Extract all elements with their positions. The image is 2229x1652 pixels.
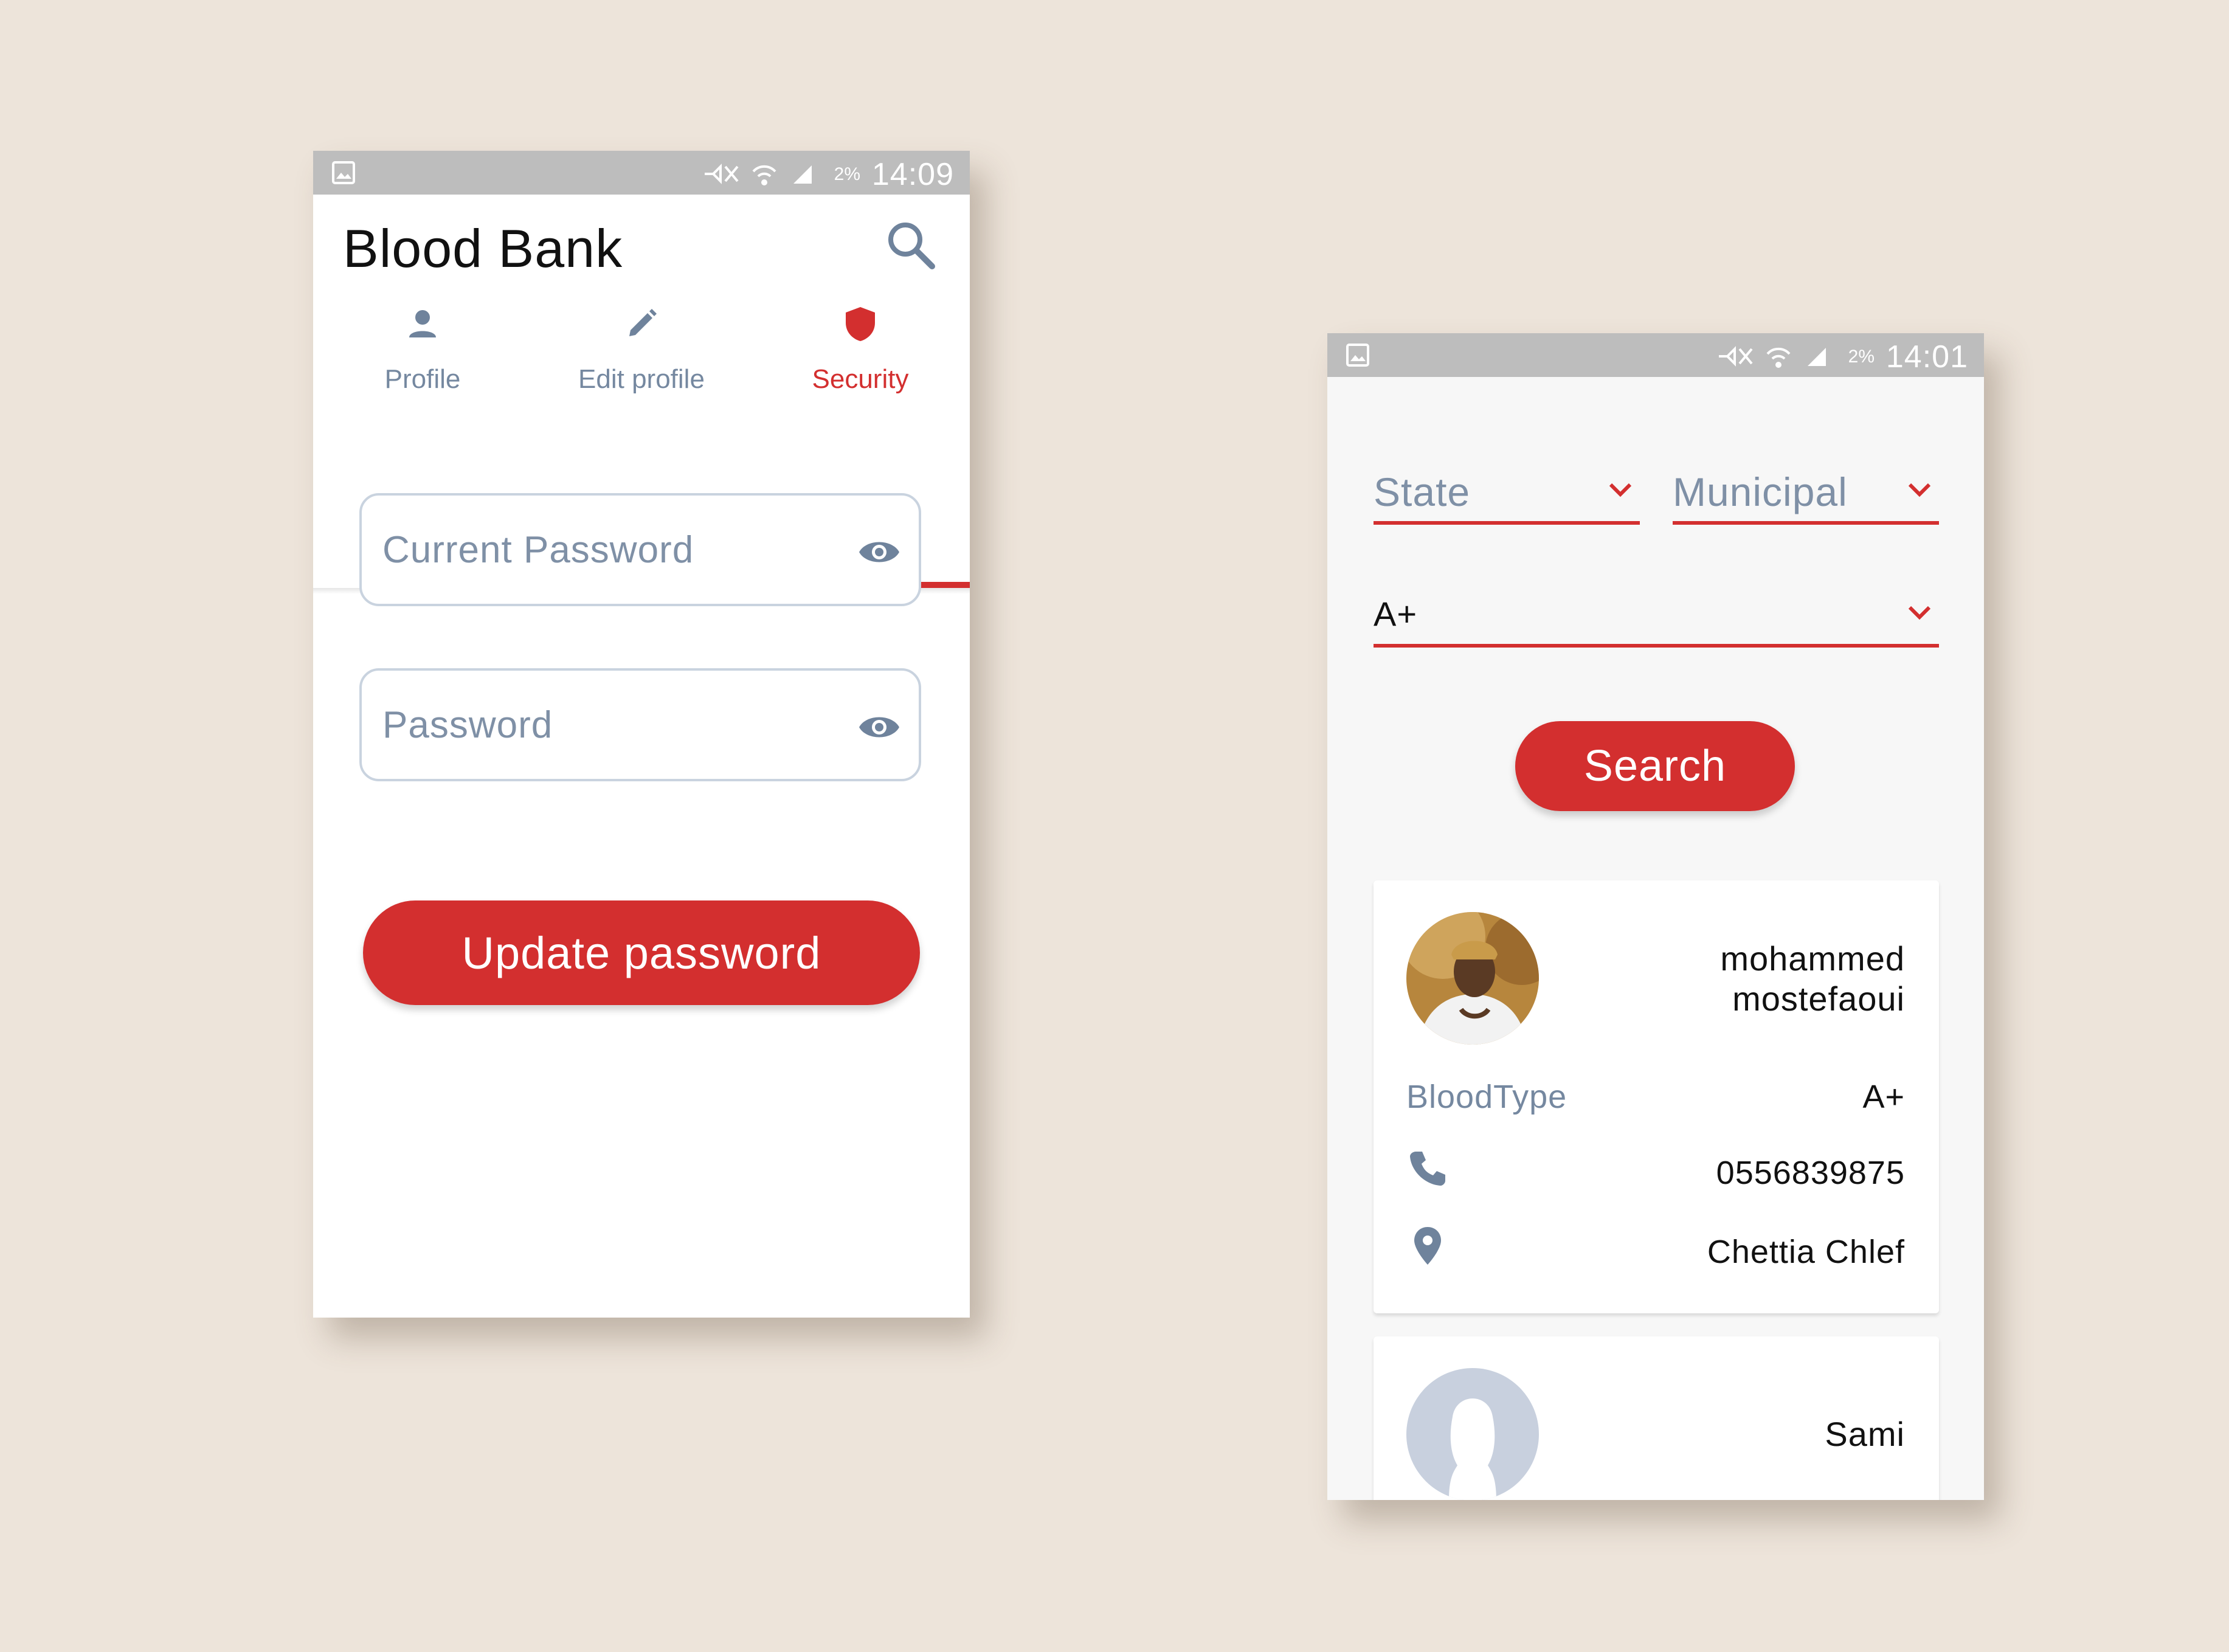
blood-type-label: BloodType	[1406, 1079, 1567, 1115]
chevron-down-icon	[1908, 606, 1931, 620]
gallery-icon	[1346, 344, 1369, 367]
current-password-field[interactable]: Current Password	[359, 493, 921, 606]
state-dropdown[interactable]: State	[1374, 458, 1640, 525]
chevron-down-icon	[1609, 483, 1632, 497]
donor-card[interactable]: Sami	[1374, 1336, 1939, 1500]
phone-icon[interactable]	[1408, 1148, 1448, 1188]
person-icon	[409, 310, 436, 337]
donor-search-screen: 2% 14:01 State Municipal A+ Search moham…	[1327, 333, 1984, 1500]
tab-label: Profile	[384, 364, 461, 394]
blood-type-value: A+	[1862, 1079, 1905, 1115]
search-icon[interactable]	[883, 218, 938, 272]
profile-security-screen: 2% 14:09 Blood Bank Profile Edit profile	[313, 151, 970, 1318]
app-title: Blood Bank	[343, 218, 623, 278]
donor-name: mohammed mostefaoui	[1720, 939, 1905, 1018]
eye-icon[interactable]	[858, 709, 900, 745]
password-placeholder: Password	[382, 704, 553, 746]
avatar	[1406, 912, 1539, 1045]
donor-location: Chettia Chlef	[1707, 1234, 1905, 1270]
municipal-dropdown[interactable]: Municipal	[1673, 458, 1939, 525]
update-password-button[interactable]: Update password	[363, 900, 920, 1005]
clock: 14:09	[871, 157, 954, 192]
eye-icon[interactable]	[858, 534, 900, 570]
avatar	[1406, 1368, 1539, 1500]
blood-type-dropdown[interactable]: A+	[1374, 581, 1939, 648]
status-bar: 2% 14:09	[313, 151, 970, 195]
password-field[interactable]: Password	[359, 668, 921, 781]
municipal-dropdown-label: Municipal	[1673, 469, 1848, 514]
tab-label: Edit profile	[578, 364, 705, 394]
state-dropdown-label: State	[1374, 469, 1471, 514]
search-button[interactable]: Search	[1515, 721, 1795, 811]
phone-number[interactable]: 0556839875	[1716, 1154, 1905, 1192]
status-bar: 2% 14:01	[1327, 333, 1984, 377]
pencil-icon	[629, 309, 657, 336]
blood-type-dropdown-value: A+	[1374, 595, 1418, 633]
donor-name: Sami	[1825, 1415, 1905, 1453]
current-password-placeholder: Current Password	[382, 529, 694, 571]
clock: 14:01	[1885, 339, 1968, 375]
tab-label: Security	[812, 364, 909, 394]
gallery-icon	[332, 161, 355, 184]
battery-percent: 2%	[834, 164, 860, 184]
battery-percent: 2%	[1848, 347, 1875, 367]
donor-card[interactable]: mohammed mostefaoui BloodType A+ 0556839…	[1374, 880, 1939, 1313]
shield-icon	[846, 307, 875, 341]
location-pin-icon	[1414, 1227, 1441, 1265]
chevron-down-icon	[1908, 483, 1931, 497]
